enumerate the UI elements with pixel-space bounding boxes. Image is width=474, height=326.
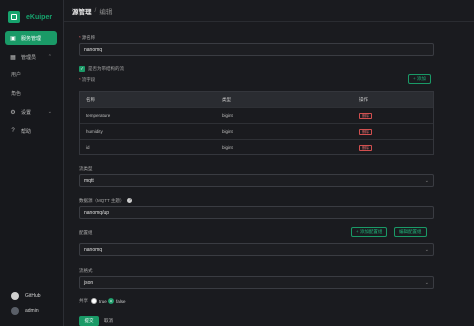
name-label: *源名称 bbox=[79, 35, 96, 40]
add-field-button[interactable]: + 添加 bbox=[408, 74, 431, 84]
config-label: 配置组 bbox=[79, 230, 93, 235]
field-name: id bbox=[86, 145, 90, 150]
fields-label: *流字段 bbox=[79, 77, 96, 82]
sidebar-item-roles[interactable]: 角色 bbox=[11, 90, 21, 97]
app-logo[interactable]: eKuiper bbox=[8, 11, 52, 23]
sidebar-item-service[interactable]: ▣ 服务管理 bbox=[5, 31, 57, 45]
shared-false-radio[interactable]: false bbox=[108, 298, 126, 304]
sidebar-item-settings[interactable]: ⚙ 设置 ⌄ bbox=[5, 105, 57, 119]
username: admin bbox=[25, 308, 39, 314]
table-row: humidity bigint 删除 bbox=[80, 123, 433, 139]
add-config-button[interactable]: + 添加配置组 bbox=[351, 227, 388, 237]
shared-label: 共享 bbox=[79, 298, 88, 303]
user-menu[interactable]: admin bbox=[11, 307, 39, 315]
cancel-button[interactable]: 取消 bbox=[104, 316, 113, 326]
fields-table: 名称 类型 操作 temperature bigint 删除 humidity … bbox=[79, 91, 434, 155]
breadcrumb-separator: / bbox=[94, 7, 97, 14]
sidebar-item-users[interactable]: 用户 bbox=[11, 71, 21, 78]
config-select[interactable]: nanomq ⌄ bbox=[79, 243, 434, 256]
shared-true-radio[interactable]: true bbox=[91, 298, 107, 304]
sidebar: eKuiper ▣ 服务管理 ▦ 管理员 ⌃ 用户 角色 ⚙ 设置 ⌄ ? 帮助… bbox=[0, 0, 64, 326]
header-type: 类型 bbox=[222, 96, 231, 102]
type-value: mqtt bbox=[84, 177, 94, 184]
radio-unchecked-icon bbox=[91, 298, 97, 304]
avatar-icon bbox=[11, 307, 19, 315]
field-name: temperature bbox=[86, 113, 111, 118]
format-select[interactable]: json ⌄ bbox=[79, 276, 434, 289]
app-name: eKuiper bbox=[26, 13, 53, 21]
schemaless-label: 是否为带结构的流 bbox=[88, 66, 124, 71]
delete-button[interactable]: 删除 bbox=[359, 128, 372, 135]
edit-config-button[interactable]: 编辑配置组 bbox=[394, 227, 427, 237]
chevron-down-icon: ⌄ bbox=[424, 279, 429, 286]
ekuiper-logo-icon bbox=[8, 11, 20, 23]
datasource-label: 数据源（MQTT 主题）? bbox=[79, 198, 133, 204]
breadcrumb: 源管理 / 编辑 bbox=[64, 0, 474, 22]
help-icon: ? bbox=[11, 128, 15, 134]
format-value: json bbox=[84, 279, 94, 286]
type-label: 流类型 bbox=[79, 166, 93, 171]
radio-checked-icon bbox=[108, 298, 114, 304]
header-name: 名称 bbox=[86, 96, 95, 102]
schemaless-checkbox[interactable]: ✓ bbox=[79, 66, 85, 72]
sidebar-item-label: 帮助 bbox=[21, 128, 32, 135]
sidebar-item-help[interactable]: ? 帮助 bbox=[5, 124, 57, 138]
gear-icon: ⚙ bbox=[10, 109, 16, 116]
grid-icon: ▦ bbox=[10, 54, 16, 61]
header-action: 操作 bbox=[359, 96, 368, 102]
sidebar-item-admin[interactable]: ▦ 管理员 ⌃ bbox=[5, 50, 57, 64]
type-select[interactable]: mqtt ⌄ bbox=[79, 174, 434, 187]
name-value: nanomq bbox=[84, 46, 103, 53]
table-row: id bigint 删除 bbox=[80, 139, 433, 155]
field-type: bigint bbox=[222, 145, 233, 150]
help-icon: ? bbox=[127, 198, 133, 204]
breadcrumb-current: 编辑 bbox=[99, 8, 113, 16]
chevron-down-icon: ⌄ bbox=[47, 109, 52, 115]
name-input[interactable]: nanomq bbox=[79, 43, 434, 56]
chevron-down-icon: ⌄ bbox=[424, 246, 429, 253]
delete-button[interactable]: 删除 bbox=[359, 112, 372, 119]
field-name: humidity bbox=[86, 129, 103, 134]
github-label: GitHub bbox=[25, 293, 41, 299]
format-label: 流格式 bbox=[79, 268, 93, 273]
field-type: bigint bbox=[222, 129, 233, 134]
breadcrumb-parent[interactable]: 源管理 bbox=[72, 6, 92, 16]
radio-label: true bbox=[99, 298, 107, 304]
datasource-value: nanomq/up bbox=[84, 209, 110, 216]
datasource-input[interactable]: nanomq/up bbox=[79, 206, 434, 219]
chevron-up-icon: ⌃ bbox=[47, 54, 52, 60]
field-type: bigint bbox=[222, 113, 233, 118]
delete-button[interactable]: 删除 bbox=[359, 144, 372, 151]
config-value: nanomq bbox=[84, 246, 103, 253]
cube-icon: ▣ bbox=[10, 35, 16, 42]
radio-label: false bbox=[116, 298, 126, 304]
github-icon bbox=[11, 292, 19, 300]
table-row: temperature bigint 删除 bbox=[80, 107, 433, 123]
submit-button[interactable]: 提交 bbox=[79, 316, 99, 326]
github-link[interactable]: GitHub bbox=[11, 292, 41, 300]
sidebar-item-label: 设置 bbox=[21, 109, 32, 116]
sidebar-item-label: 管理员 bbox=[21, 54, 37, 61]
sidebar-item-label: 服务管理 bbox=[21, 35, 42, 42]
chevron-down-icon: ⌄ bbox=[424, 177, 429, 184]
table-header: 名称 类型 操作 bbox=[80, 92, 433, 107]
